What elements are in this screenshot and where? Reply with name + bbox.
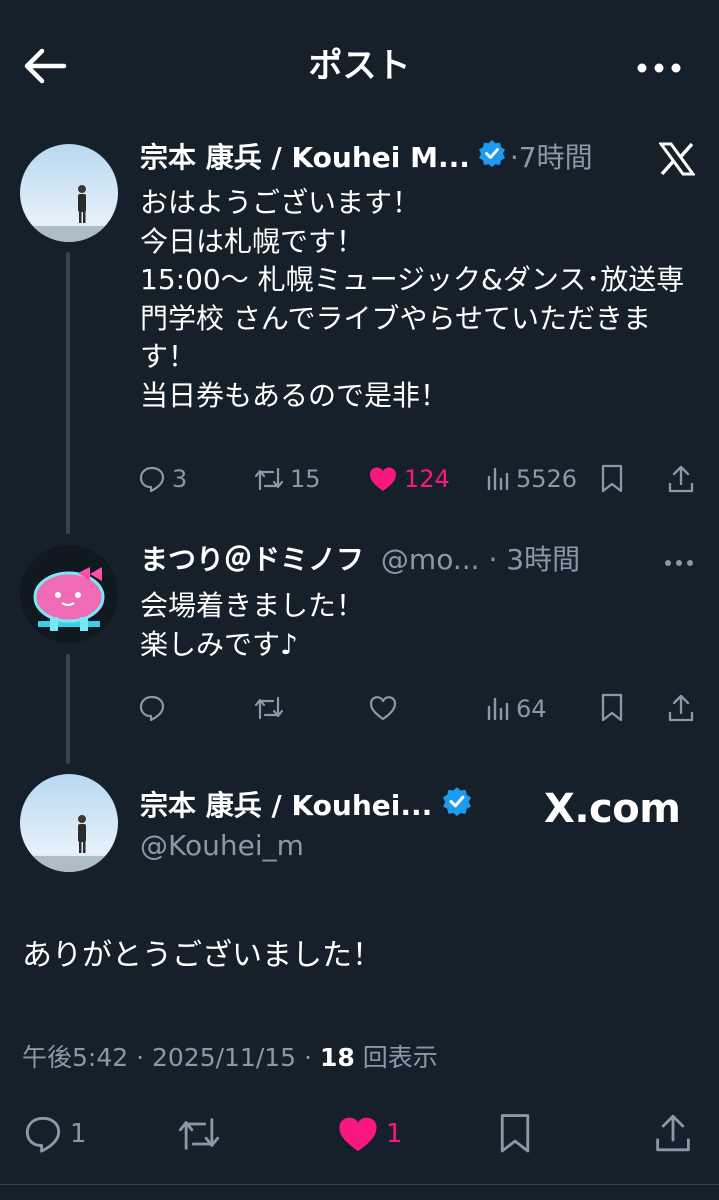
more-horizontal-icon [665, 560, 693, 566]
like-button[interactable]: 1 [336, 1114, 403, 1154]
page-title: ポスト [308, 46, 411, 86]
verified-badge-icon [442, 786, 472, 825]
more-horizontal-icon [637, 63, 681, 73]
retweet-icon [254, 696, 284, 720]
thread-line [66, 654, 70, 764]
x-logo-icon [658, 142, 696, 180]
view-label: 回表示 [362, 1043, 438, 1072]
tweet-time[interactable]: 7時間 [519, 140, 593, 176]
analytics-icon [487, 467, 509, 491]
tweet-date[interactable]: 2025/11/15 [152, 1043, 296, 1072]
view-count: 64 [516, 695, 547, 723]
retweet-count: 15 [290, 465, 321, 493]
heart-filled-icon [339, 1117, 377, 1152]
bookmark-button[interactable] [600, 464, 624, 498]
share-button[interactable] [654, 1112, 692, 1158]
reply-count: 3 [172, 465, 188, 493]
tweet-author-line: 宗本 康兵 / Kouhei M... · 7時間 [140, 139, 593, 176]
share-icon [668, 694, 694, 722]
author-name[interactable]: まつり＠ドミノフ [140, 543, 364, 576]
views-button[interactable]: 64 [486, 694, 547, 724]
bookmark-icon [601, 693, 623, 722]
tweet-text: 会場着きました！ 楽しみです♪ [140, 589, 365, 661]
divider [0, 1184, 719, 1185]
analytics-icon [487, 697, 509, 721]
main-author-line: 宗本 康兵 / Kouhei... [140, 786, 472, 825]
view-count: 5526 [516, 465, 578, 493]
share-button[interactable] [668, 464, 694, 498]
share-icon [668, 465, 694, 493]
author-handle[interactable]: @mo... [381, 543, 480, 576]
xcom-watermark: X.com [544, 786, 681, 832]
author-handle[interactable]: @Kouhei_m [140, 828, 304, 864]
avatar[interactable] [20, 545, 118, 643]
reply-icon [25, 1116, 61, 1153]
reply-icon [139, 695, 165, 722]
tweet-meta: 午後5:42 · 2025/11/15 · 18 回表示 [22, 1043, 438, 1072]
reply-count: 1 [70, 1119, 87, 1149]
separator-dot: · [488, 543, 498, 576]
views-button[interactable]: 5526 [486, 464, 577, 494]
view-count: 18 [319, 1043, 355, 1072]
like-count: 124 [404, 465, 450, 493]
retweet-button[interactable] [254, 694, 284, 726]
share-icon [656, 1114, 690, 1152]
heart-filled-icon [370, 467, 396, 491]
author-name[interactable]: 宗本 康兵 / Kouhei M... [140, 140, 470, 176]
reply-button[interactable]: 3 [138, 464, 187, 494]
reply-icon [139, 466, 165, 493]
author-name[interactable]: 宗本 康兵 / Kouhei... [140, 788, 432, 824]
retweet-icon [179, 1118, 219, 1150]
like-button[interactable] [368, 694, 398, 726]
like-button[interactable]: 124 [368, 464, 450, 494]
bookmark-button[interactable] [498, 1112, 532, 1160]
reply-button[interactable] [138, 694, 166, 726]
tweet-more-button[interactable] [664, 554, 694, 573]
retweet-button[interactable] [176, 1114, 222, 1158]
tweet-text: おはようございます！ 今日は札幌です！ 15:00〜 札幌ミュージック&ダンス･… [140, 186, 685, 412]
bookmark-icon [601, 464, 623, 493]
heart-icon [369, 696, 397, 721]
retweet-icon [254, 467, 284, 491]
bookmark-button[interactable] [600, 693, 624, 727]
share-button[interactable] [668, 693, 694, 727]
bookmark-icon [500, 1114, 530, 1153]
separator-dot: · [509, 140, 519, 174]
avatar[interactable] [20, 774, 118, 872]
tweet-author-line: まつり＠ドミノフ @mo... · 3時間 [140, 542, 580, 578]
thread-line [66, 252, 70, 534]
reply-button[interactable]: 1 [22, 1114, 87, 1154]
tweet-time[interactable]: 3時間 [506, 543, 580, 576]
more-button[interactable] [637, 58, 681, 78]
like-count: 1 [386, 1119, 403, 1149]
main-tweet-text: ありがとうございました！ [22, 938, 382, 973]
retweet-button[interactable]: 15 [254, 464, 321, 494]
tweet-time[interactable]: 午後5:42 [22, 1043, 128, 1072]
verified-badge-icon [478, 139, 506, 176]
avatar[interactable] [20, 144, 118, 242]
